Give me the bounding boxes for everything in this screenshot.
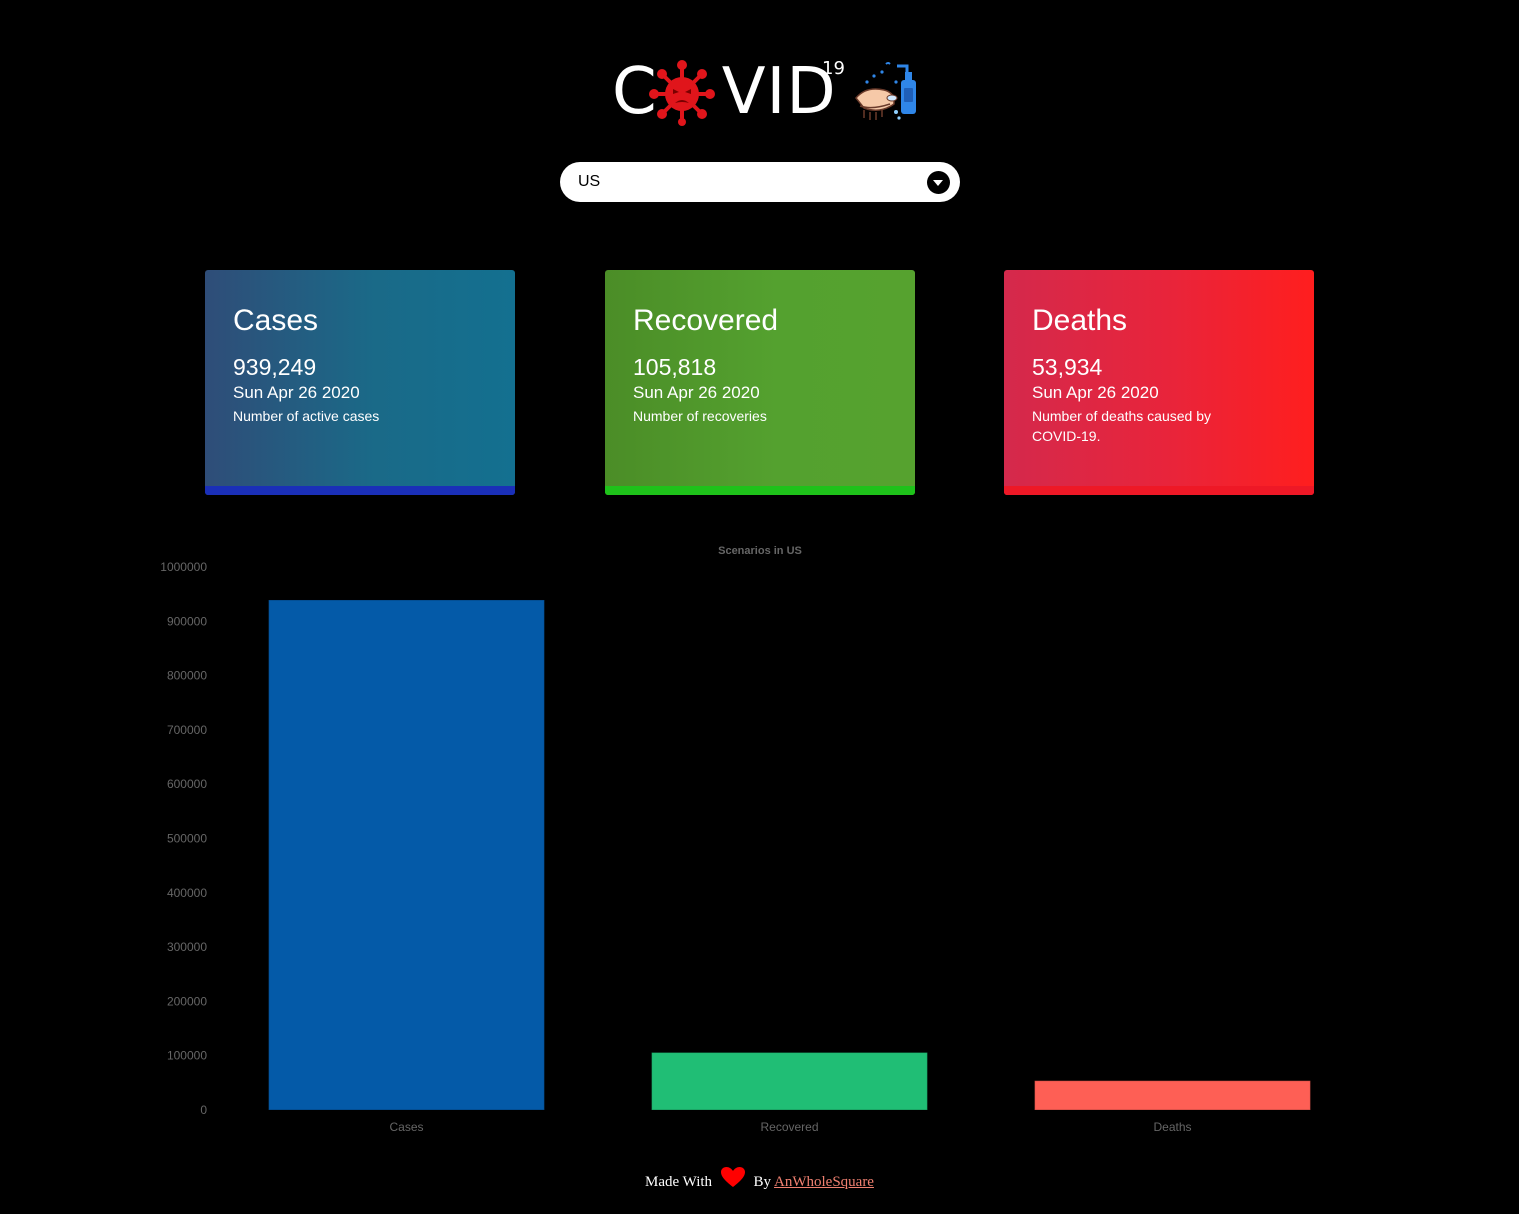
country-select[interactable]: US	[560, 162, 960, 202]
chevron-down-circle-icon[interactable]	[927, 171, 950, 194]
country-select-value: US	[578, 173, 601, 190]
bar-cases	[268, 599, 545, 1111]
handwash-sanitizer-icon	[855, 62, 916, 120]
recovered-card-description: Number of recoveries	[633, 408, 767, 424]
deaths-card-description: Number of deaths caused by COVID-19.	[1032, 408, 1211, 444]
virus-icon	[649, 60, 715, 126]
footer-made-with: Made With	[645, 1174, 713, 1190]
author-link[interactable]: AnWholeSquare	[774, 1174, 874, 1190]
recovered-card-value: 105,818	[633, 354, 717, 380]
scenarios-bar-chart: Scenarios in US 0 100000 200000 300000 400000…	[160, 545, 1311, 1134]
y-tick-label: 100000	[167, 1049, 207, 1063]
recovered-card-date: Sun Apr 26 2020	[633, 383, 760, 402]
logo-text: C VID	[612, 55, 837, 129]
y-tick-label: 200000	[167, 994, 207, 1008]
footer: Made With By AnWholeSquare	[0, 1166, 1519, 1191]
covid19-logo: C VID 19	[612, 56, 922, 128]
bar-recovered	[651, 1052, 928, 1111]
recovered-card-title: Recovered	[633, 304, 779, 337]
cases-card-accent-bar	[205, 486, 515, 495]
footer-by: By	[753, 1174, 772, 1190]
page: C VID 19 US Cases 939,249 Sun Apr 26 202…	[0, 0, 1519, 1214]
recovered-card: Recovered 105,818 Sun Apr 26 2020 Number…	[605, 270, 915, 495]
logo-superscript: 19	[822, 58, 845, 79]
x-tick-label: Cases	[389, 1120, 423, 1134]
y-tick-label: 0	[200, 1103, 207, 1117]
cases-card-date: Sun Apr 26 2020	[233, 383, 360, 402]
y-tick-label: 700000	[167, 723, 207, 737]
cases-card-description: Number of active cases	[233, 408, 380, 424]
y-tick-label: 800000	[167, 669, 207, 683]
y-tick-label: 900000	[167, 614, 207, 628]
cases-card-value: 939,249	[233, 354, 317, 380]
y-tick-label: 1000000	[160, 560, 207, 574]
chart-title: Scenarios in US	[718, 545, 802, 557]
deaths-card-value: 53,934	[1032, 354, 1103, 380]
deaths-card-date: Sun Apr 26 2020	[1032, 383, 1159, 402]
x-tick-label: Deaths	[1153, 1120, 1191, 1134]
cases-card-title: Cases	[233, 304, 319, 337]
deaths-card: Deaths 53,934 Sun Apr 26 2020 Number of …	[1004, 270, 1314, 495]
y-tick-label: 600000	[167, 777, 207, 791]
recovered-card-accent-bar	[605, 486, 915, 495]
y-tick-label: 300000	[167, 940, 207, 954]
heart-icon	[720, 1167, 745, 1187]
deaths-card-title: Deaths	[1032, 304, 1128, 337]
cases-card: Cases 939,249 Sun Apr 26 2020 Number of …	[205, 270, 515, 495]
deaths-card-accent-bar	[1004, 486, 1314, 495]
bar-deaths	[1034, 1080, 1311, 1111]
x-tick-label: Recovered	[760, 1120, 818, 1134]
y-tick-label: 500000	[167, 832, 207, 846]
y-tick-label: 400000	[167, 886, 207, 900]
